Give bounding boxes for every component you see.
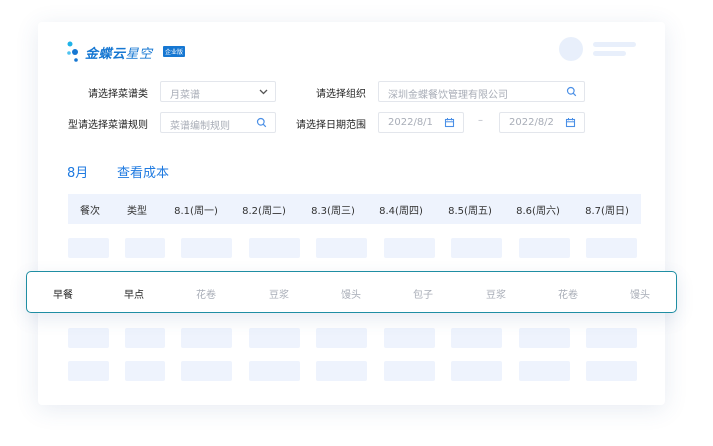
- date-range-label: 请选择日期范围: [296, 120, 366, 131]
- logo-text: 金蝶云星空: [85, 47, 153, 62]
- date-range-separator: –: [478, 115, 483, 126]
- calendar-icon: [444, 118, 455, 128]
- logo-accent: 星空: [125, 47, 153, 62]
- skeleton-cell: [68, 361, 109, 381]
- header-day-2: 8.2(周二): [242, 206, 286, 217]
- menu-category-value: 月菜谱: [170, 90, 200, 101]
- skeleton-cell: [181, 361, 232, 381]
- header-day-4: 8.4(周四): [379, 206, 423, 217]
- row-day-7[interactable]: 馒头: [630, 286, 650, 301]
- header-type: 类型: [127, 206, 147, 217]
- user-name-placeholder: [593, 42, 636, 47]
- row-day-1[interactable]: 花卷: [196, 286, 216, 301]
- org-label: 请选择组织: [316, 89, 366, 100]
- skeleton-cell: [519, 238, 570, 258]
- skeleton-cell: [249, 238, 300, 258]
- start-date-value: 2022/8/1: [388, 117, 433, 128]
- skeleton-cell: [68, 328, 109, 348]
- skeleton-cell: [181, 328, 232, 348]
- skeleton-cell: [316, 361, 367, 381]
- skeleton-cell: [519, 328, 570, 348]
- skeleton-cell: [519, 361, 570, 381]
- calendar-icon: [565, 118, 576, 128]
- skeleton-cell: [316, 328, 367, 348]
- rule-label: 型请选择菜谱规则: [68, 120, 148, 131]
- menu-category-select[interactable]: 月菜谱: [160, 81, 276, 102]
- avatar[interactable]: [559, 37, 583, 61]
- skeleton-cell: [451, 238, 502, 258]
- end-date-value: 2022/8/2: [509, 117, 554, 128]
- chevron-down-icon: [259, 89, 268, 95]
- search-icon: [256, 117, 267, 128]
- skeleton-cell: [384, 361, 435, 381]
- skeleton-cell: [451, 361, 502, 381]
- org-placeholder: 深圳金蝶餐饮管理有限公司: [388, 90, 508, 101]
- menu-category-label: 请选择菜谱类: [88, 89, 148, 100]
- logo-dots-icon: [67, 41, 78, 62]
- row-day-6[interactable]: 花卷: [558, 286, 578, 301]
- skeleton-cell: [249, 328, 300, 348]
- row-day-4[interactable]: 包子: [413, 286, 433, 301]
- header-meal: 餐次: [80, 206, 100, 217]
- tab-view-cost[interactable]: 查看成本: [117, 162, 169, 181]
- skeleton-cell: [586, 238, 637, 258]
- start-date-picker[interactable]: 2022/8/1: [378, 112, 464, 133]
- skeleton-cell: [316, 238, 367, 258]
- skeleton-cell: [125, 361, 165, 381]
- skeleton-cell: [125, 328, 165, 348]
- edition-badge: 企业版: [163, 46, 186, 57]
- org-search-field[interactable]: 深圳金蝶餐饮管理有限公司: [378, 81, 585, 102]
- skeleton-cell: [384, 328, 435, 348]
- skeleton-cell: [68, 238, 109, 258]
- header-day-6: 8.6(周六): [516, 206, 560, 217]
- row-day-2[interactable]: 豆浆: [269, 286, 289, 301]
- end-date-picker[interactable]: 2022/8/2: [499, 112, 585, 133]
- skeleton-cell: [249, 361, 300, 381]
- row-day-3[interactable]: 馒头: [341, 286, 361, 301]
- rule-search-field[interactable]: 菜谱编制规则: [160, 112, 276, 133]
- skeleton-cell: [586, 361, 637, 381]
- header-day-1: 8.1(周一): [174, 206, 218, 217]
- row-type: 早点: [124, 290, 144, 301]
- header-day-3: 8.3(周三): [311, 206, 355, 217]
- rule-placeholder: 菜谱编制规则: [170, 121, 230, 132]
- skeleton-cell: [384, 238, 435, 258]
- user-subtitle-placeholder: [593, 51, 626, 56]
- skeleton-cell: [125, 238, 165, 258]
- header-day-5: 8.5(周五): [448, 206, 492, 217]
- tab-month[interactable]: 8月: [67, 162, 88, 181]
- skeleton-cell: [451, 328, 502, 348]
- row-day-5[interactable]: 豆浆: [486, 286, 506, 301]
- skeleton-cell: [586, 328, 637, 348]
- row-meal: 早餐: [53, 290, 73, 301]
- header-day-7: 8.7(周日): [585, 206, 629, 217]
- skeleton-cell: [181, 238, 232, 258]
- search-icon: [566, 86, 577, 97]
